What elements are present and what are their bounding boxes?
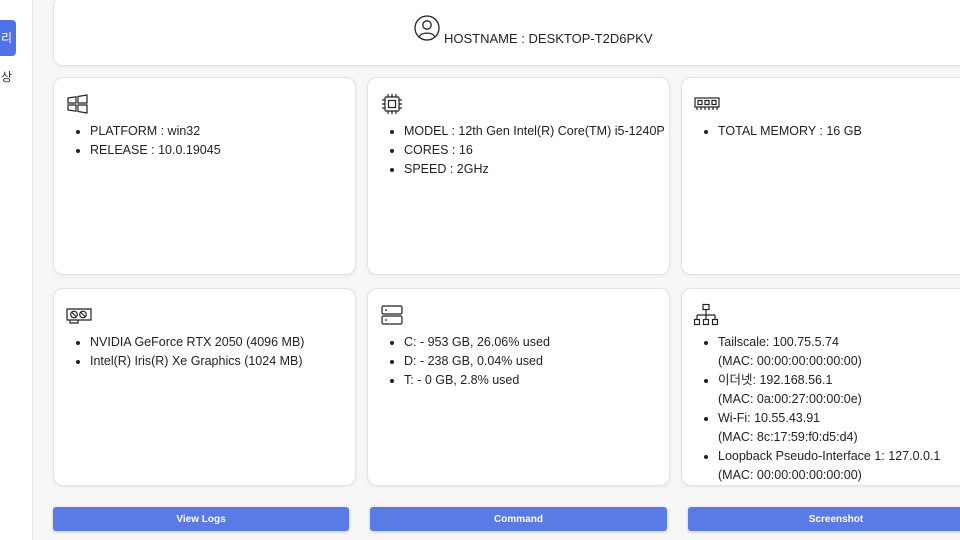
list-item: MODEL : 12th Gen Intel(R) Core(TM) i5-12… [404,122,665,141]
command-button[interactable]: Command [370,507,667,531]
disk-info-list: C: - 953 GB, 26.06% used D: - 238 GB, 0.… [386,333,550,390]
interface-name: Loopback Pseudo-Interface 1: 127.0.0.1 [718,449,941,463]
list-item: C: - 953 GB, 26.06% used [404,333,550,352]
interface-mac: (MAC: 8c:17:59:f0:d5:d4) [718,430,858,444]
disk-card: C: - 953 GB, 26.06% used D: - 238 GB, 0.… [367,288,670,486]
hostname-card: HOSTNAME : DESKTOP-T2D6PKV [53,0,960,66]
network-info-list: Tailscale: 100.75.5.74 (MAC: 00:00:00:00… [700,333,940,485]
list-item: TOTAL MEMORY : 16 GB [718,122,862,141]
list-item: RELEASE : 10.0.19045 [90,141,221,160]
sidebar-item-active[interactable]: 리 [0,20,16,56]
storage-icon [380,303,404,327]
interface-mac: (MAC: 00:00:00:00:00:00) [718,468,862,482]
interface-name: Tailscale: 100.75.5.74 [718,335,839,349]
list-item: CORES : 16 [404,141,665,160]
list-item: D: - 238 GB, 0.04% used [404,352,550,371]
memory-info-list: TOTAL MEMORY : 16 GB [700,122,862,141]
gpu-info-list: NVIDIA GeForce RTX 2050 (4096 MB) Intel(… [72,333,304,371]
list-item: Wi-Fi: 10.55.43.91 (MAC: 8c:17:59:f0:d5:… [718,409,940,447]
view-logs-button[interactable]: View Logs [53,507,349,531]
gpu-card: NVIDIA GeForce RTX 2050 (4096 MB) Intel(… [53,288,356,486]
windows-icon [66,92,90,116]
list-item: Loopback Pseudo-Interface 1: 127.0.0.1 (… [718,447,940,485]
list-item: SPEED : 2GHz [404,160,665,179]
os-info-list: PLATFORM : win32 RELEASE : 10.0.19045 [72,122,221,160]
cpu-card: MODEL : 12th Gen Intel(R) Core(TM) i5-12… [367,77,670,275]
sidebar-item[interactable]: 상 [0,68,12,88]
sidebar: 리 상 [0,0,33,540]
interface-name: 이더넷: 192.168.56.1 [718,373,833,387]
list-item: Tailscale: 100.75.5.74 (MAC: 00:00:00:00… [718,333,940,371]
network-card: Tailscale: 100.75.5.74 (MAC: 00:00:00:00… [681,288,960,486]
gpu-icon [66,303,92,327]
os-card: PLATFORM : win32 RELEASE : 10.0.19045 [53,77,356,275]
interface-mac: (MAC: 00:00:00:00:00:00) [718,354,862,368]
interface-mac: (MAC: 0a:00:27:00:00:0e) [718,392,862,406]
memory-card: TOTAL MEMORY : 16 GB [681,77,960,275]
cpu-icon [380,92,404,116]
user-icon [414,15,440,41]
list-item: T: - 0 GB, 2.8% used [404,371,550,390]
interface-name: Wi-Fi: 10.55.43.91 [718,411,821,425]
list-item: NVIDIA GeForce RTX 2050 (4096 MB) [90,333,304,352]
screenshot-button[interactable]: Screenshot [688,507,960,531]
cpu-info-list: MODEL : 12th Gen Intel(R) Core(TM) i5-12… [386,122,665,179]
list-item: Intel(R) Iris(R) Xe Graphics (1024 MB) [90,352,304,371]
list-item: 이더넷: 192.168.56.1 (MAC: 0a:00:27:00:00:0… [718,371,940,409]
list-item: PLATFORM : win32 [90,122,221,141]
hostname-text: HOSTNAME : DESKTOP-T2D6PKV [444,31,653,46]
memory-icon [694,92,720,116]
network-icon [694,303,718,327]
